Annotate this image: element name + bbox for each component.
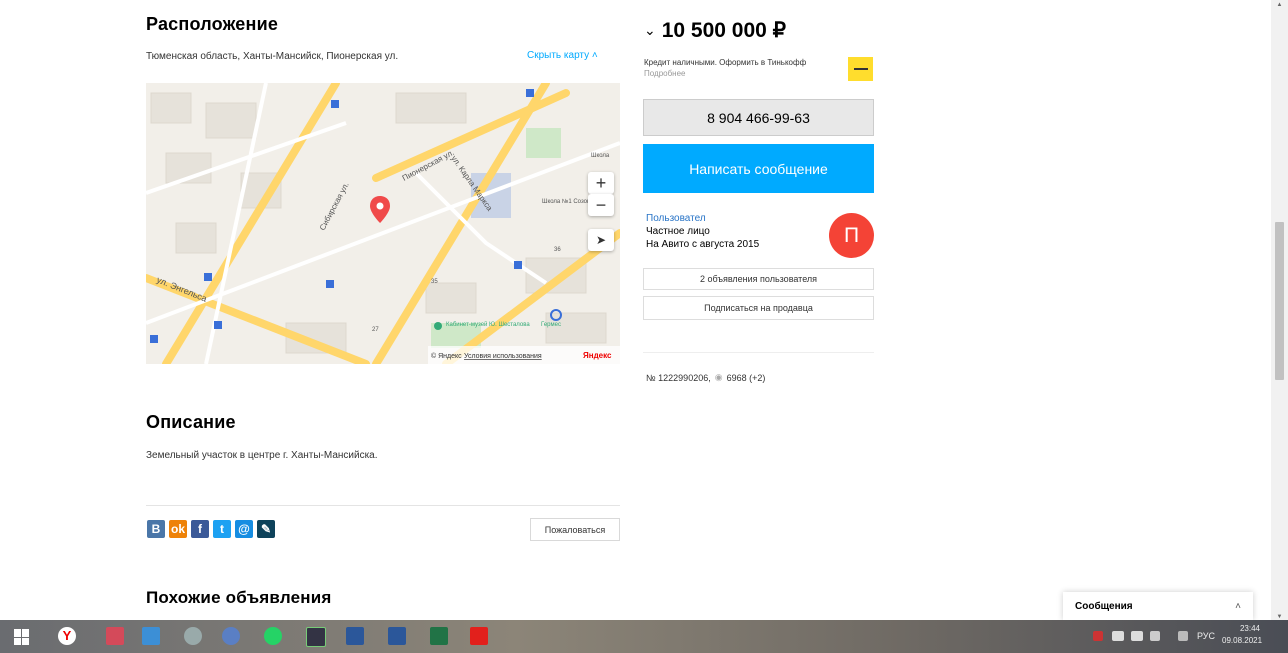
price: ⌄ 10 500 000 ₽ [644, 19, 787, 42]
map-label-museum: Кабинет-музей Ю. Шесталова [446, 321, 530, 328]
map[interactable]: Пионерская ул. ул. Энгельса ул. Карла Ма… [146, 83, 620, 364]
ad-meta: № 1222990206, ◉ 6968 (+2) [646, 372, 765, 383]
network-icon[interactable] [1178, 631, 1188, 641]
views-count: 6968 (+2) [726, 372, 766, 383]
mail-icon[interactable]: @ [235, 520, 253, 538]
credit-offer: Кредит наличными. Оформить в Тинькофф По… [644, 58, 807, 78]
word-icon[interactable] [388, 627, 406, 645]
share-buttons: Вok f t @ ✎ [147, 520, 275, 538]
ad-number: № 1222990206, [646, 372, 711, 383]
facebook-icon[interactable]: f [191, 520, 209, 538]
location-title: Расположение [146, 14, 279, 34]
seller-name-link[interactable]: Пользовател [646, 212, 759, 225]
word-icon[interactable] [346, 627, 364, 645]
map-label-house-36: 36 [554, 247, 561, 253]
excel-icon[interactable] [430, 627, 448, 645]
messages-label: Сообщения [1075, 600, 1133, 612]
chevron-up-icon: ˄ [589, 50, 598, 61]
ok-icon[interactable]: ok [169, 520, 187, 538]
map-label-engelsa: ул. Энгельса [155, 275, 208, 304]
yandex-browser-icon[interactable]: Y [58, 627, 76, 645]
zoom-in-button[interactable]: + [588, 172, 614, 194]
map-terms-link[interactable]: Условия использования [464, 353, 542, 360]
scroll-up-arrow[interactable]: ▲ [1271, 0, 1288, 10]
credit-more-link[interactable]: Подробнее [644, 69, 686, 78]
locate-arrow-icon: ➤ [595, 233, 607, 247]
phone-button[interactable]: 8 904 466-99-63 [643, 99, 874, 136]
file-explorer-icon[interactable] [142, 627, 160, 645]
messages-panel[interactable]: Сообщения ˄ [1063, 592, 1253, 620]
divider [643, 352, 874, 353]
eye-icon: ◉ [714, 372, 723, 382]
map-copyright: © Яндекс [431, 352, 462, 360]
zoom-out-button[interactable]: − [588, 194, 614, 216]
tray-icon[interactable] [1093, 631, 1103, 641]
volume-icon[interactable] [1150, 631, 1160, 641]
livejournal-icon[interactable]: ✎ [257, 520, 275, 538]
chevron-down-icon[interactable]: ⌄ [644, 22, 656, 39]
chevron-up-icon[interactable]: ˄ [1235, 601, 1241, 612]
divider [146, 505, 620, 506]
map-label-house-35: 35 [431, 279, 438, 285]
acrobat-icon[interactable] [470, 627, 488, 645]
map-label-sibirskaya: Сибирская ул. [318, 181, 351, 232]
seller-info: Пользовател Частное лицо На Авито с авгу… [646, 212, 759, 251]
tray-icon[interactable] [1112, 631, 1124, 641]
avatar[interactable]: П [829, 213, 874, 258]
geolocation-button[interactable]: ➤ [588, 229, 614, 251]
tinkoff-logo[interactable] [848, 57, 873, 81]
map-label-school2: Школа [591, 153, 610, 159]
write-message-button[interactable]: Написать сообщение [643, 144, 874, 193]
tinkoff-logo-mark [853, 68, 868, 70]
subscribe-button[interactable]: Подписаться на продавца [643, 296, 874, 320]
address: Тюменская область, Ханты-Мансийск, Пионе… [146, 51, 399, 62]
vk-icon[interactable]: В [147, 520, 165, 538]
hide-map-link[interactable]: Скрыть карту ˄ [527, 50, 598, 61]
description-text: Земельный участок в центре г. Ханты-Манс… [146, 450, 378, 461]
map-canvas[interactable]: Пионерская ул. ул. Энгельса ул. Карла Ма… [146, 83, 620, 364]
battery-icon[interactable] [1131, 631, 1143, 641]
similar-title: Похожие объявления [146, 588, 332, 607]
user-ads-button[interactable]: 2 объявления пользователя [643, 268, 874, 290]
scrollbar[interactable]: ▲ ▼ [1271, 0, 1288, 620]
whatsapp-icon[interactable] [264, 627, 282, 645]
twitter-icon[interactable]: t [213, 520, 231, 538]
app-icon[interactable] [222, 627, 240, 645]
app-icon[interactable] [184, 627, 202, 645]
windows-start-icon[interactable] [14, 629, 30, 645]
app-icon[interactable] [306, 627, 326, 647]
taskbar: Y РУС 23:44 09.08.2021 [0, 620, 1288, 653]
seller-type: Частное лицо [646, 226, 710, 237]
scrollbar-thumb[interactable] [1275, 222, 1284, 380]
yandex-logo: Яндекс [583, 351, 612, 360]
app-icon[interactable] [106, 627, 124, 645]
map-label-germes: Гермес [541, 322, 561, 328]
description-title: Описание [146, 412, 236, 432]
map-label-house-27: 27 [372, 327, 379, 333]
language-indicator[interactable]: РУС [1197, 631, 1215, 641]
map-pin-icon[interactable] [370, 196, 390, 223]
seller-since: На Авито с августа 2015 [646, 239, 760, 250]
complain-button[interactable]: Пожаловаться [530, 518, 620, 541]
clock[interactable]: 23:44 09.08.2021 [1222, 623, 1262, 647]
